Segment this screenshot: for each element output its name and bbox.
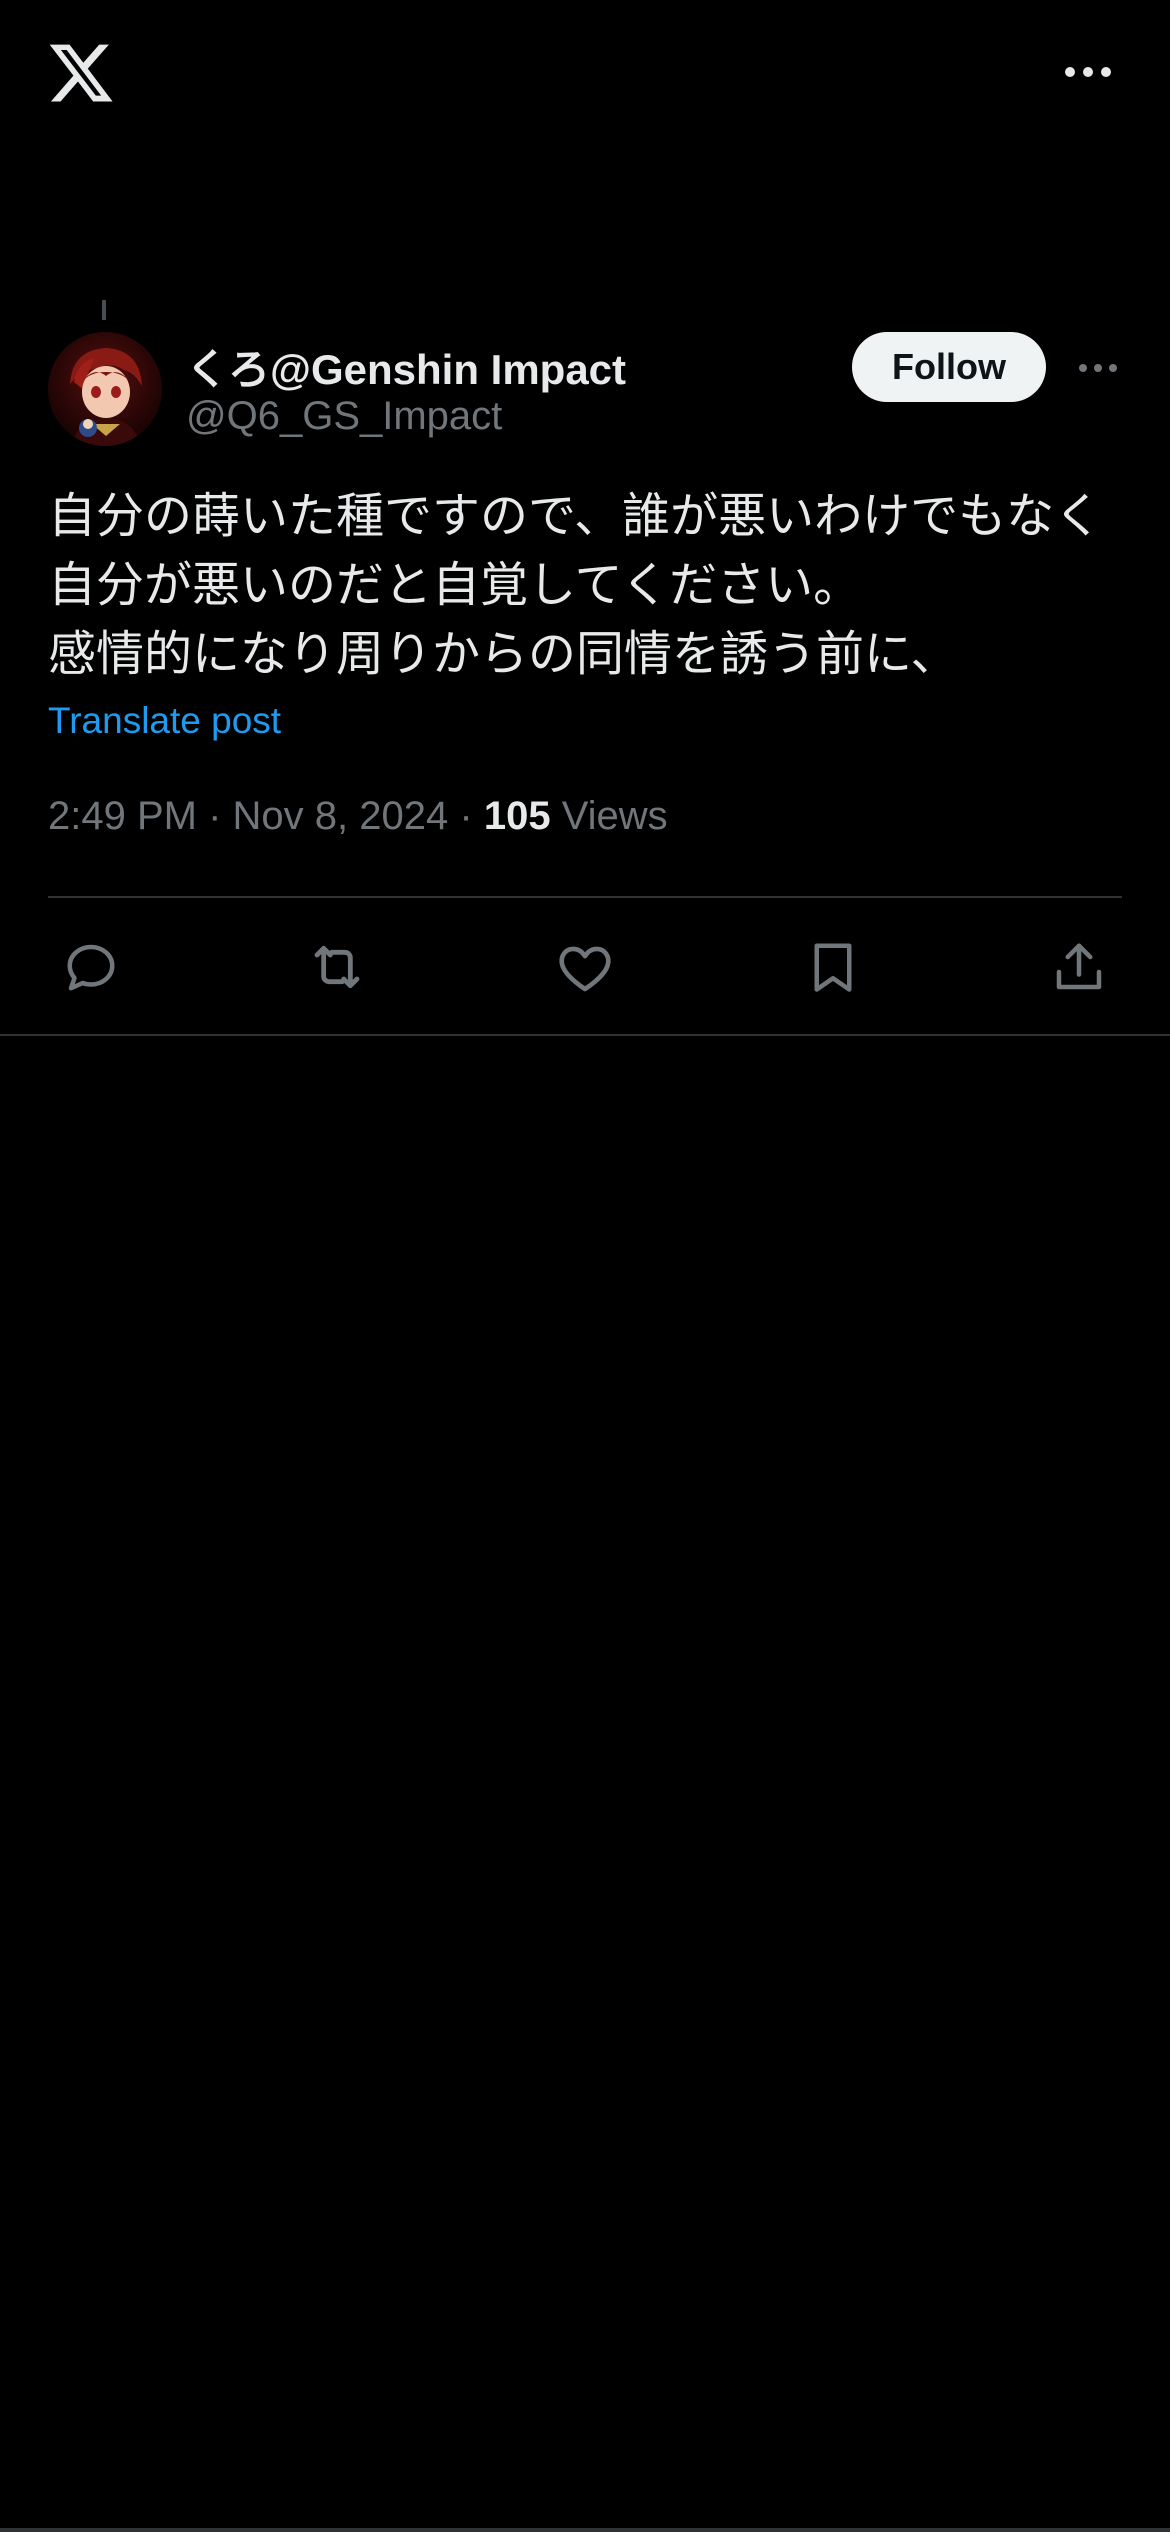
post-text-line: 自分が悪いのだと自覚してください。	[48, 557, 862, 613]
post-text: 自分の蒔いた種ですので、誰が悪いわけでもなく 自分が悪いのだと自覚してください。…	[48, 482, 1128, 689]
repost-icon[interactable]	[300, 930, 374, 1004]
avatar[interactable]	[48, 332, 162, 446]
bookmark-icon[interactable]	[796, 930, 870, 1004]
views-count: 105	[483, 794, 551, 838]
thread-connector-line	[102, 300, 106, 320]
views-label: Views	[561, 794, 668, 838]
divider	[48, 896, 1122, 898]
top-bar	[0, 0, 1170, 150]
post-text-line: 自分の蒔いた種ですので、誰が悪いわけでもなく	[48, 488, 1103, 544]
more-icon[interactable]	[1052, 52, 1124, 92]
translate-post-link[interactable]: Translate post	[48, 700, 281, 742]
meta-separator: ·	[459, 794, 473, 838]
like-icon[interactable]	[548, 930, 622, 1004]
follow-button[interactable]: Follow	[852, 332, 1046, 402]
meta-separator: ·	[208, 794, 222, 838]
author-handle[interactable]: @Q6_GS_Impact	[186, 394, 502, 439]
author-display-name[interactable]: くろ@Genshin Impact	[186, 336, 626, 397]
action-bar	[0, 930, 1170, 1004]
bottom-edge	[0, 2528, 1170, 2532]
post-time[interactable]: 2:49 PM	[48, 794, 197, 838]
reply-icon[interactable]	[54, 930, 128, 1004]
post-more-icon[interactable]	[1072, 348, 1124, 388]
post-date[interactable]: Nov 8, 2024	[233, 794, 449, 838]
post-text-line: 感情的になり周りからの同情を誘う前に、	[48, 626, 959, 682]
share-icon[interactable]	[1042, 930, 1116, 1004]
divider	[0, 1034, 1170, 1036]
x-logo-icon[interactable]	[46, 38, 116, 108]
post-meta: 2:49 PM · Nov 8, 2024 · 105 Views	[48, 794, 668, 839]
